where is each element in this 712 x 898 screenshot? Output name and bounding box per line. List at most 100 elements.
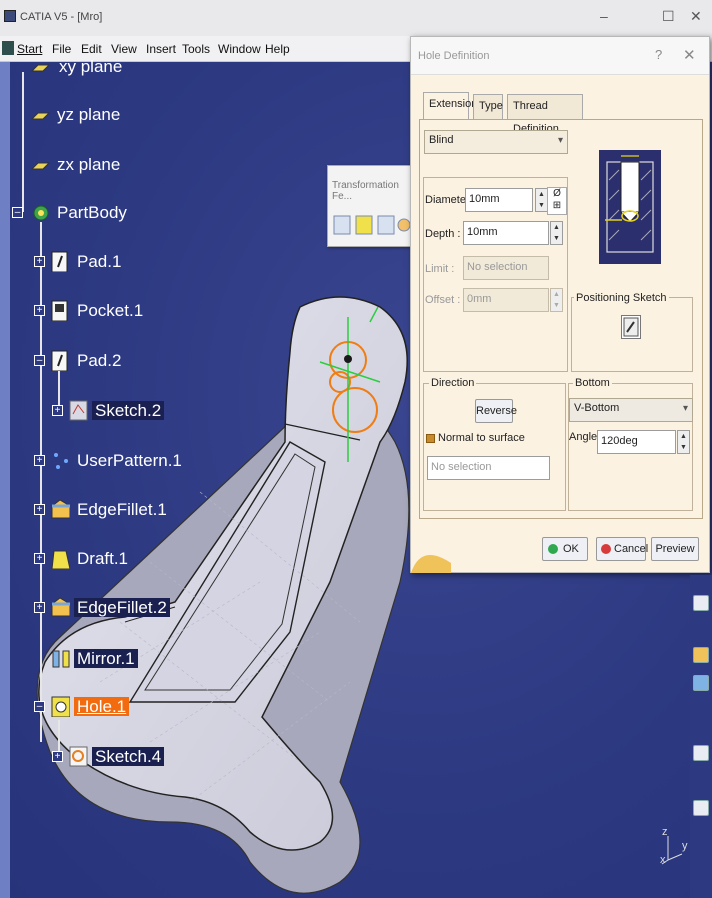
cancel-button[interactable]: Cancel (596, 537, 649, 561)
hole-icon (51, 696, 70, 717)
draft-icon (51, 550, 70, 569)
ok-label: OK (563, 543, 579, 555)
angle-input[interactable]: 120deg (597, 430, 676, 454)
expand-toggle[interactable]: + (52, 751, 63, 762)
mirror-tool-icon (355, 215, 373, 235)
preview-button[interactable]: Preview (651, 537, 699, 561)
cancel-icon (601, 544, 611, 554)
expand-toggle[interactable]: + (34, 553, 45, 564)
dialog-close-button[interactable]: ✕ (683, 46, 696, 64)
tree-node-yz-plane[interactable]: yz plane (24, 102, 123, 128)
tab-type[interactable]: Type (473, 94, 503, 119)
pocket-icon (51, 300, 68, 321)
expand-toggle[interactable]: + (34, 305, 45, 316)
normal-to-surface-label: Normal to surface (438, 432, 525, 444)
minimize-button[interactable]: – (600, 8, 608, 24)
translate-icon (333, 215, 351, 235)
depth-spinner[interactable]: ▲ ▼ (550, 221, 563, 245)
tree-node-pocket1[interactable]: + Pocket.1 (34, 298, 146, 324)
diameter-tolerance-button[interactable]: Ø ⊞ (547, 187, 567, 215)
catia-app-icon (4, 10, 16, 22)
menu-insert[interactable]: Insert (146, 42, 176, 56)
limit-label: Limit : (425, 263, 455, 275)
tree-node-pad2[interactable]: – Pad.2 (34, 348, 124, 374)
help-button[interactable]: ? (655, 47, 662, 62)
angle-spinner[interactable]: ▲ ▼ (677, 430, 690, 454)
direction-selection-input[interactable]: No selection (427, 456, 550, 480)
tree-node-edgefillet1[interactable]: + EdgeFillet.1 (34, 497, 170, 523)
offset-input[interactable]: 0mm (463, 288, 549, 312)
extension-type-value: Blind (429, 134, 454, 146)
tree-node-hole1[interactable]: – Hole.1 (34, 694, 130, 720)
tree-node-zx-plane[interactable]: zx plane (24, 152, 123, 178)
blind-hole-diagram (605, 155, 654, 253)
chevron-down-icon: ▾ (682, 403, 688, 414)
left-edge-rail (0, 62, 10, 898)
hole-definition-dialog: Hole Definition ? ✕ Extension Type Threa… (410, 36, 710, 573)
tree-node-sketch2[interactable]: + Sketch.2 (52, 398, 165, 424)
expand-toggle[interactable]: + (34, 256, 45, 267)
sketch-icon (69, 400, 88, 421)
direction-title: Direction (429, 377, 477, 389)
dialog-corner-decoration (411, 555, 451, 573)
bottom-type-select[interactable]: V-Bottom ▾ (569, 398, 693, 422)
window-title: CATIA V5 - [Mro] (20, 11, 103, 23)
tree-node-edgefillet2[interactable]: + EdgeFillet.2 (34, 595, 170, 621)
tree-connector (22, 72, 24, 212)
ok-icon (548, 544, 558, 554)
maximize-button[interactable]: ☐ (662, 8, 675, 25)
axis-x-label: x (660, 854, 666, 866)
tree-node-partbody[interactable]: – PartBody (12, 200, 130, 226)
offset-spinner[interactable]: ▲ ▼ (550, 288, 563, 312)
mirror-icon (52, 650, 70, 668)
scale-icon (397, 218, 411, 232)
offset-label: Offset : (425, 294, 461, 306)
tab-extension[interactable]: Extension (423, 92, 477, 119)
close-window-button[interactable]: ✕ (690, 8, 702, 25)
dialog-title: Hole Definition (418, 50, 490, 62)
collapse-toggle[interactable]: – (34, 701, 45, 712)
toolbar-tool-icon[interactable] (693, 800, 709, 816)
ok-button[interactable]: OK (542, 537, 588, 561)
edge-fillet-icon (51, 597, 70, 617)
transformation-tools-strip (333, 215, 411, 235)
menu-window[interactable]: Window (218, 42, 261, 56)
menu-tools[interactable]: Tools (182, 42, 210, 56)
toolbar-tool-icon[interactable] (693, 595, 709, 611)
positioning-sketch-button[interactable] (621, 315, 641, 339)
extension-type-select[interactable]: Blind ▾ (424, 130, 568, 154)
cancel-label: Cancel (614, 543, 649, 555)
tree-node-pad1[interactable]: + Pad.1 (34, 249, 124, 275)
collapse-toggle[interactable]: – (12, 207, 23, 218)
menu-help[interactable]: Help (265, 42, 290, 56)
expand-toggle[interactable]: + (34, 602, 45, 613)
tree-node-xy-plane[interactable]: xy plane (24, 54, 125, 80)
bottom-type-value: V-Bottom (574, 402, 620, 414)
collapse-toggle[interactable]: – (34, 355, 45, 366)
expand-toggle[interactable]: + (34, 455, 45, 466)
depth-input[interactable]: 10mm (463, 221, 549, 245)
normal-to-surface-checkbox[interactable] (426, 434, 435, 443)
expand-toggle[interactable]: + (52, 405, 63, 416)
window-titlebar: CATIA V5 - [Mro] – ☐ ✕ (0, 0, 712, 36)
diameter-input[interactable]: 10mm (465, 188, 533, 212)
reverse-button[interactable]: Reverse (475, 399, 517, 423)
toolbar-buttons (332, 212, 412, 238)
tree-node-mirror1[interactable]: Mirror.1 (34, 646, 138, 672)
pad-icon (51, 251, 68, 272)
expand-toggle[interactable]: + (34, 504, 45, 515)
limit-input[interactable]: No selection (463, 256, 549, 280)
start-icon (2, 41, 14, 55)
toolbar-tool-icon[interactable] (693, 745, 709, 761)
tab-thread-definition[interactable]: Thread Definition (507, 94, 583, 135)
toolbar-tool-icon[interactable] (693, 675, 709, 691)
tree-node-userpattern1[interactable]: + UserPattern.1 (34, 448, 185, 474)
tree-node-draft1[interactable]: + Draft.1 (34, 546, 131, 572)
toolbar-tool-icon[interactable] (693, 647, 709, 663)
bottom-title: Bottom (573, 377, 612, 389)
edge-fillet-icon (51, 499, 70, 519)
hole-preview-image (599, 150, 661, 264)
tree-node-sketch4[interactable]: + Sketch.4 (52, 744, 165, 770)
plane-icon (30, 162, 50, 170)
axis-compass: z y x (660, 826, 690, 866)
